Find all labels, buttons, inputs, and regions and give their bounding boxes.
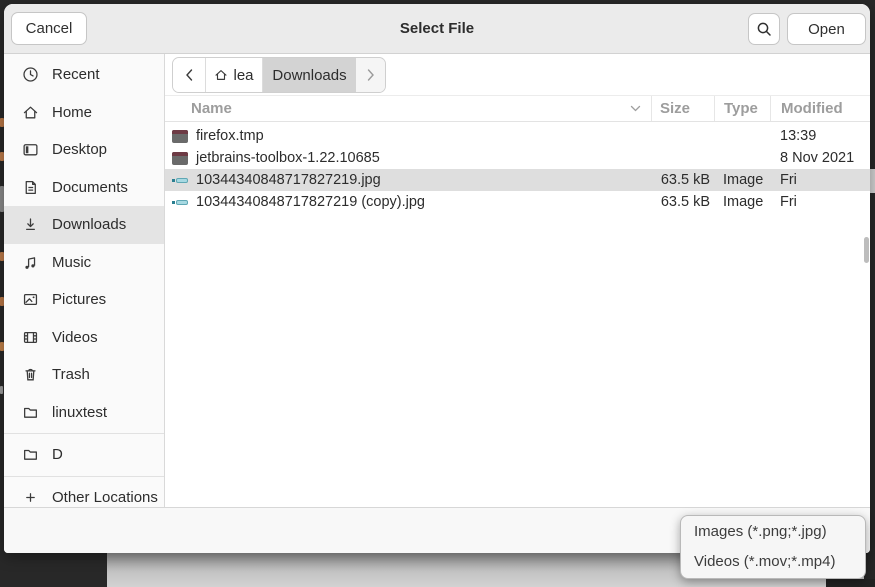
- file-name-cell: jetbrains-toolbox-1.22.10685: [165, 150, 651, 166]
- plus-icon: [22, 489, 39, 506]
- column-header-size[interactable]: Size: [651, 96, 714, 121]
- column-header-name[interactable]: Name: [165, 96, 651, 121]
- image-file-icon: [172, 174, 188, 187]
- pathbar-forward-button[interactable]: [356, 58, 385, 92]
- film-icon: [22, 329, 39, 346]
- pathbar-row: lea Downloads: [165, 54, 870, 96]
- file-row-jpg-selected[interactable]: 10344340848717827219.jpg 63.5 kB Image F…: [165, 169, 870, 191]
- sidebar-item-label: Trash: [52, 366, 90, 383]
- dialog-body: Recent Home Desktop: [4, 54, 870, 507]
- folder-icon: [172, 130, 188, 143]
- sidebar-item-label: Music: [52, 254, 91, 271]
- filter-option-images[interactable]: Images (*.png;*.jpg): [681, 517, 865, 547]
- home-icon: [22, 104, 39, 121]
- image-file-icon: [172, 196, 188, 209]
- sidebar-item-label: D: [52, 446, 63, 463]
- open-button[interactable]: Open: [787, 13, 866, 45]
- sidebar-item-downloads[interactable]: Downloads: [4, 206, 164, 244]
- pathbar-home-segment[interactable]: lea: [206, 58, 263, 92]
- file-name-cell: 10344340848717827219 (copy).jpg: [165, 194, 651, 210]
- sidebar-item-trash[interactable]: Trash: [4, 356, 164, 394]
- chevron-left-icon: [185, 69, 194, 81]
- column-header-modified[interactable]: Modified: [770, 96, 870, 121]
- sort-chevron-down-icon: [630, 105, 641, 112]
- sidebar-item-videos[interactable]: Videos: [4, 319, 164, 357]
- file-modified: Fri: [770, 172, 870, 188]
- sidebar-item-label: Home: [52, 104, 92, 121]
- list-column-headers: Name Size Type Modified: [165, 96, 870, 122]
- sidebar-item-label: Documents: [52, 179, 128, 196]
- dialog-title: Select File: [4, 4, 870, 54]
- sidebar-item-linuxtest[interactable]: linuxtest: [4, 394, 164, 432]
- sidebar-item-label: Videos: [52, 329, 98, 346]
- file-name: 10344340848717827219 (copy).jpg: [196, 194, 425, 210]
- folder-icon: [22, 404, 39, 421]
- sidebar-item-label: Recent: [52, 66, 100, 83]
- folder-icon: [172, 152, 188, 165]
- file-name-cell: 10344340848717827219.jpg: [165, 172, 651, 188]
- pathbar: lea Downloads: [172, 57, 386, 93]
- file-name-cell: firefox.tmp: [165, 128, 651, 144]
- scrollbar-thumb[interactable]: [864, 237, 869, 263]
- pathbar-home-label: lea: [233, 67, 253, 84]
- sidebar-item-label: Other Locations: [52, 489, 158, 506]
- trash-icon: [22, 366, 39, 383]
- search-icon: [756, 21, 773, 38]
- sidebar-separator: [4, 476, 164, 477]
- sidebar-item-home[interactable]: Home: [4, 94, 164, 132]
- file-chooser-dialog: Select File Cancel Open Recent: [4, 4, 870, 553]
- background-text-fragment: [0, 386, 3, 394]
- sidebar-item-desktop[interactable]: Desktop: [4, 131, 164, 169]
- file-list: firefox.tmp 13:39 jetbrains-toolbox-1.22…: [165, 122, 870, 507]
- file-row-jetbrains-toolbox[interactable]: jetbrains-toolbox-1.22.10685 8 Nov 2021: [165, 147, 870, 169]
- sidebar-item-other-locations[interactable]: Other Locations: [4, 479, 164, 508]
- column-header-type[interactable]: Type: [714, 96, 770, 121]
- file-type: Image: [714, 194, 770, 210]
- pathbar-current-segment[interactable]: Downloads: [263, 58, 356, 92]
- sidebar-item-d[interactable]: D: [4, 436, 164, 474]
- file-name: jetbrains-toolbox-1.22.10685: [196, 150, 380, 166]
- file-filter-popup: Images (*.png;*.jpg) Videos (*.mov;*.mp4…: [680, 515, 866, 579]
- document-icon: [22, 179, 39, 196]
- sidebar-separator: [4, 433, 164, 434]
- sidebar-item-label: Desktop: [52, 141, 107, 158]
- sidebar-item-documents[interactable]: Documents: [4, 169, 164, 207]
- file-size: 63.5 kB: [651, 172, 714, 188]
- desktop-icon: [22, 141, 39, 158]
- sidebar-item-label: Pictures: [52, 291, 106, 308]
- clock-icon: [22, 66, 39, 83]
- file-modified: 13:39: [770, 128, 870, 144]
- file-pane: lea Downloads Name: [165, 54, 870, 507]
- places-sidebar: Recent Home Desktop: [4, 54, 165, 507]
- file-modified: Fri: [770, 194, 870, 210]
- search-button[interactable]: [748, 13, 780, 45]
- file-row-firefox-tmp[interactable]: firefox.tmp 13:39: [165, 125, 870, 147]
- sidebar-item-music[interactable]: Music: [4, 244, 164, 282]
- sidebar-item-recent[interactable]: Recent: [4, 56, 164, 94]
- file-modified: 8 Nov 2021: [770, 150, 870, 166]
- column-label: Name: [191, 100, 232, 117]
- screen: Select File Cancel Open Recent: [0, 0, 875, 587]
- music-note-icon: [22, 254, 39, 271]
- file-type: Image: [714, 172, 770, 188]
- cancel-button[interactable]: Cancel: [11, 12, 87, 45]
- picture-icon: [22, 291, 39, 308]
- filter-option-videos[interactable]: Videos (*.mov;*.mp4): [681, 547, 865, 577]
- sidebar-item-label: linuxtest: [52, 404, 107, 421]
- titlebar: Select File Cancel Open: [4, 4, 870, 54]
- file-size: 63.5 kB: [651, 194, 714, 210]
- file-name: 10344340848717827219.jpg: [196, 172, 381, 188]
- sidebar-item-pictures[interactable]: Pictures: [4, 281, 164, 319]
- file-name: firefox.tmp: [196, 128, 264, 144]
- sidebar-item-label: Downloads: [52, 216, 126, 233]
- pathbar-back-button[interactable]: [173, 58, 206, 92]
- background-dark-corner: [826, 579, 875, 587]
- file-row-jpg-copy[interactable]: 10344340848717827219 (copy).jpg 63.5 kB …: [165, 191, 870, 213]
- download-arrow-icon: [22, 216, 39, 233]
- folder-icon: [22, 446, 39, 463]
- home-icon: [214, 68, 228, 82]
- chevron-right-icon: [366, 69, 375, 81]
